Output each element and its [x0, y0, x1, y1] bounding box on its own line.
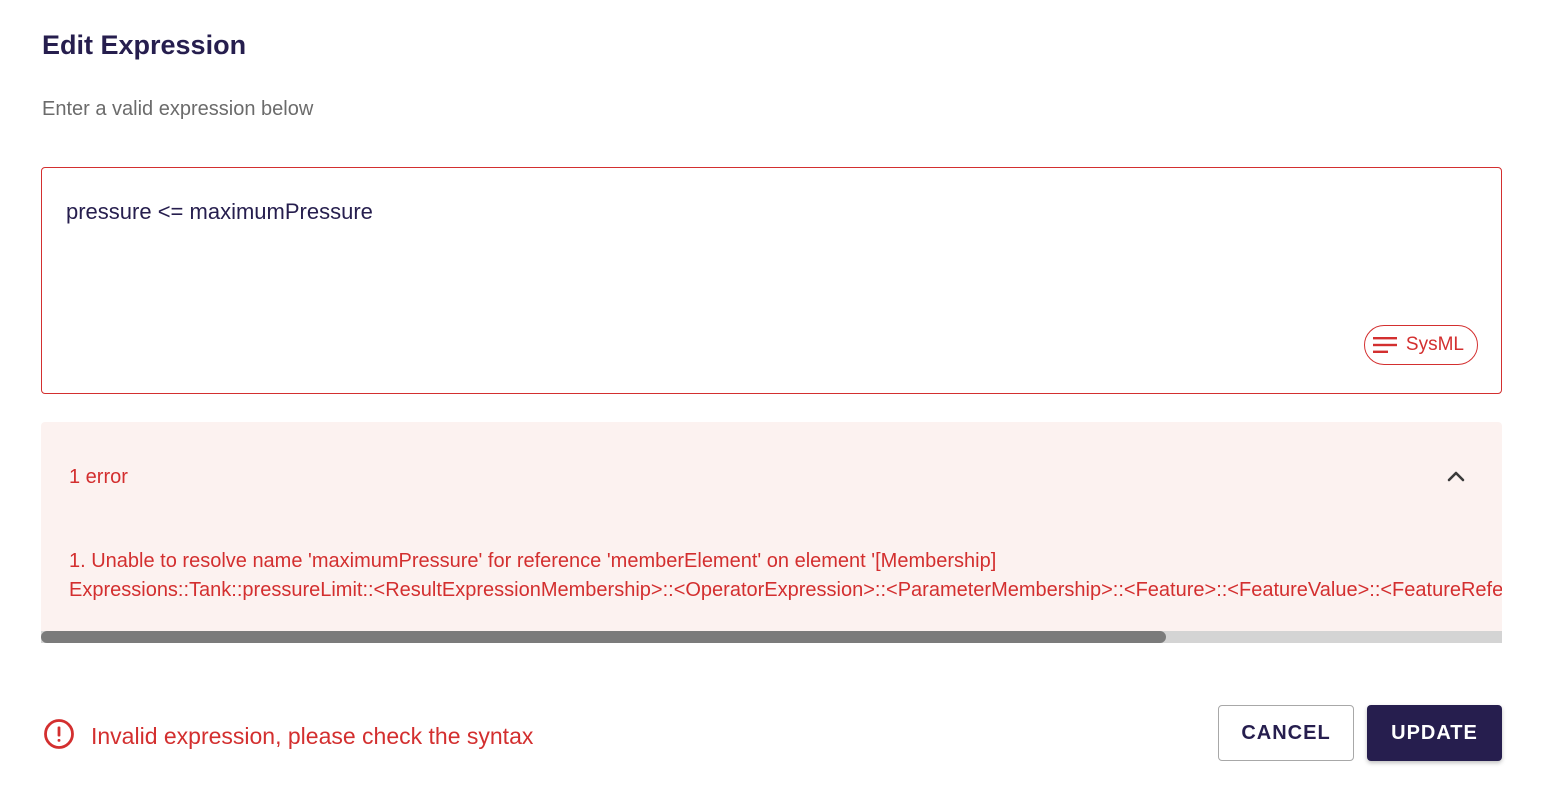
cancel-button[interactable]: CANCEL: [1218, 705, 1354, 761]
horizontal-scrollbar[interactable]: [41, 631, 1502, 643]
dialog-title: Edit Expression: [42, 30, 247, 60]
expression-editor[interactable]: pressure <= maximumPressure SysML: [41, 167, 1502, 394]
chevron-up-icon: [1446, 469, 1466, 487]
edit-expression-dialog: Edit Expression Enter a valid expression…: [0, 0, 1541, 788]
update-button[interactable]: UPDATE: [1367, 705, 1502, 761]
error-panel: 1 error 1. Unable to resolve name 'maxim…: [41, 422, 1502, 643]
dialog-subtitle: Enter a valid expression below: [42, 98, 314, 120]
validation-status-text: Invalid expression, please check the syn…: [91, 723, 534, 749]
scrollbar-thumb[interactable]: [41, 631, 1166, 643]
language-chip-label: SysML: [1405, 334, 1464, 355]
error-message-line: Expressions::Tank::pressureLimit::<Resul…: [69, 579, 1502, 601]
error-list-item: 1. Unable to resolve name 'maximumPressu…: [69, 547, 1502, 605]
alert-circle-icon: [43, 718, 75, 755]
collapse-errors-button[interactable]: [1440, 462, 1472, 494]
error-summary: 1 error: [69, 466, 128, 488]
expression-input[interactable]: pressure <= maximumPressure: [66, 199, 373, 225]
text-lines-icon: [1372, 335, 1398, 355]
validation-status: Invalid expression, please check the syn…: [43, 718, 533, 755]
language-chip-button[interactable]: SysML: [1363, 325, 1478, 365]
error-message-line: 1. Unable to resolve name 'maximumPressu…: [69, 550, 997, 572]
